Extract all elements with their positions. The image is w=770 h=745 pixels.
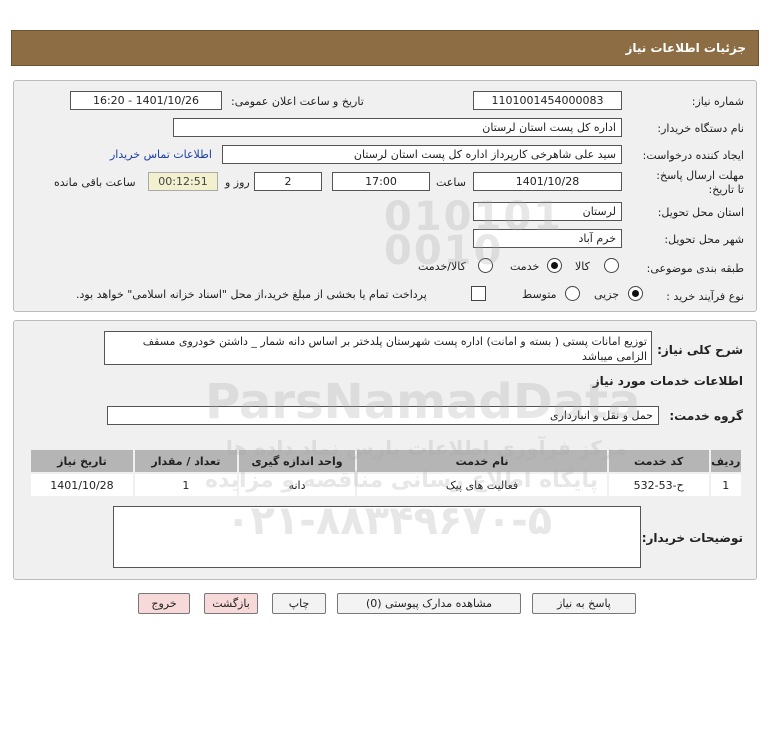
announce-label: تاریخ و ساعت اعلان عمومی:: [231, 95, 364, 108]
requester-field: سید علی شاهرخی کارپرداز اداره کل پست است…: [222, 145, 622, 164]
need-info-panel: [13, 80, 757, 312]
category-goods-label: کالا: [575, 260, 590, 273]
summary-box: توزیع امانات پستی ( بسته و امانت) اداره …: [104, 331, 652, 365]
reply-button[interactable]: پاسخ به نیاز: [532, 593, 636, 614]
cell-unit: دانه: [236, 472, 358, 498]
days-field: 2: [254, 172, 322, 191]
city-label: شهر محل تحویل:: [664, 233, 744, 246]
deadline-time-field: 17:00: [332, 172, 430, 191]
category-service-radio[interactable]: [547, 258, 562, 273]
page-header: جزئیات اطلاعات نیاز: [11, 30, 759, 66]
process-medium-label: متوسط: [522, 288, 557, 301]
buyer-org-label: نام دستگاه خریدار:: [657, 122, 744, 135]
category-service-label: خدمت: [510, 260, 540, 273]
col-service-code: کد خدمت: [606, 448, 711, 474]
service-group-field: حمل و نقل و انبارداری: [107, 406, 659, 425]
category-goods-service-radio[interactable]: [478, 258, 493, 273]
remaining-label: ساعت باقی مانده: [54, 176, 136, 189]
process-minor-radio[interactable]: [628, 286, 643, 301]
services-table: ردیف کد خدمت نام خدمت واحد اندازه گیری ت…: [29, 448, 744, 498]
cell-row-number: 1: [708, 472, 744, 498]
col-row-number: ردیف: [708, 448, 744, 474]
cell-quantity: 1: [132, 472, 239, 498]
deadline-label: مهلت ارسال پاسخ: تا تاریخ:: [656, 169, 744, 196]
process-medium-radio[interactable]: [565, 286, 580, 301]
exit-button[interactable]: خروج: [138, 593, 190, 614]
cell-service-name: فعالیت های پیک: [355, 472, 609, 498]
col-quantity: تعداد / مقدار: [132, 448, 239, 474]
print-button[interactable]: چاپ: [272, 593, 326, 614]
process-minor-label: جزیی: [594, 288, 620, 301]
deadline-time-label: ساعت: [436, 176, 466, 189]
buyer-notes-label: توضیحات خریدار:: [641, 531, 743, 545]
services-table-header: ردیف کد خدمت نام خدمت واحد اندازه گیری ت…: [29, 448, 744, 474]
summary-label: شرح کلی نیاز:: [657, 343, 743, 357]
announce-field: 1401/10/26 - 16:20: [70, 91, 222, 110]
buyer-org-field: اداره کل پست استان لرستان: [173, 118, 622, 137]
city-field: خرم آباد: [473, 229, 622, 248]
treasury-bonds-checkbox[interactable]: [471, 286, 486, 301]
category-label: طبقه بندی موضوعی:: [646, 262, 744, 275]
payment-note: پرداخت تمام یا بخشی از مبلغ خرید،از محل …: [76, 288, 427, 301]
page-title: جزئیات اطلاعات نیاز: [625, 41, 746, 55]
buyer-notes-box: [113, 506, 641, 568]
category-goods-radio[interactable]: [604, 258, 619, 273]
buyer-contact-link[interactable]: اطلاعات تماس خریدار: [110, 148, 212, 161]
days-label: روز و: [225, 176, 250, 189]
cell-service-code: ح-53-532: [606, 472, 711, 498]
attachments-button[interactable]: مشاهده مدارک پیوستی (0): [337, 593, 521, 614]
deadline-date-field: 1401/10/28: [473, 172, 622, 191]
need-number-field: 1101001454000083: [473, 91, 622, 110]
service-group-label: گروه خدمت:: [669, 409, 743, 423]
services-title: اطلاعات خدمات مورد نیاز: [592, 374, 743, 388]
process-label: نوع فرآیند خرید :: [666, 290, 744, 303]
col-unit: واحد اندازه گیری: [236, 448, 358, 474]
col-need-date: تاریخ نیاز: [29, 448, 135, 474]
requester-label: ایجاد کننده درخواست:: [642, 149, 744, 162]
category-goods-service-label: کالا/خدمت: [418, 260, 466, 273]
back-button[interactable]: بازگشت: [204, 593, 258, 614]
need-number-label: شماره نیاز:: [691, 95, 744, 108]
remaining-timer: 00:12:51: [148, 172, 218, 191]
col-service-name: نام خدمت: [355, 448, 609, 474]
cell-need-date: 1401/10/28: [29, 472, 135, 498]
province-label: استان محل تحویل:: [657, 206, 744, 219]
table-row: 1 ح-53-532 فعالیت های پیک دانه 1 1401/10…: [29, 472, 744, 498]
province-field: لرستان: [473, 202, 622, 221]
